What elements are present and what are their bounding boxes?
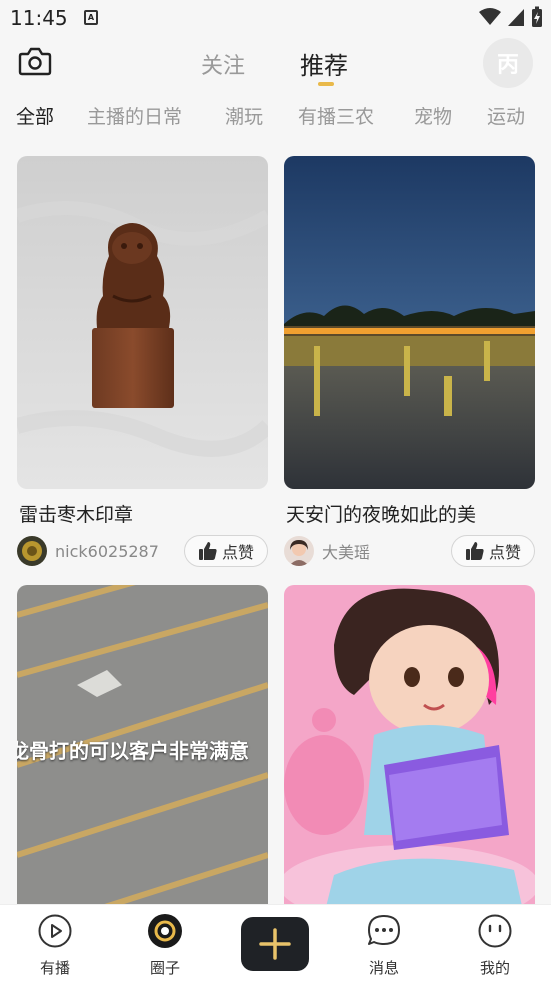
thumbs-up-icon <box>465 542 484 560</box>
nav-messages[interactable]: 消息 <box>349 913 419 978</box>
nav-label: 圈子 <box>149 959 180 977</box>
like-button[interactable]: 点赞 <box>451 535 535 567</box>
card-cover-image[interactable]: 龙骨打的可以客户非常满意 <box>17 585 268 904</box>
plus-icon <box>259 928 291 960</box>
like-button[interactable]: 点赞 <box>184 535 268 567</box>
status-bar: 11:45 A <box>0 0 551 36</box>
card-cover-image[interactable] <box>284 156 535 489</box>
video-overlay-caption: 龙骨打的可以客户非常满意 <box>17 739 249 763</box>
nav-label: 我的 <box>479 959 510 977</box>
nav-label: 消息 <box>368 959 399 977</box>
system-icons <box>479 6 543 28</box>
circle-ring-icon <box>148 914 182 948</box>
notification-icon: A <box>84 10 98 25</box>
profile-avatar-button[interactable]: 丙 <box>483 38 533 88</box>
author-avatar[interactable] <box>17 536 47 566</box>
wifi-icon <box>479 8 501 25</box>
nav-circle[interactable]: 圈子 <box>130 913 200 978</box>
card-title[interactable]: 雷击枣木印章 <box>19 500 133 527</box>
chat-bubble-icon <box>368 915 400 945</box>
active-tab-indicator <box>318 82 334 86</box>
category-all[interactable]: 全部 <box>16 102 54 129</box>
card-title[interactable]: 天安门的夜晚如此的美 <box>286 500 476 527</box>
like-label: 点赞 <box>221 543 254 562</box>
category-anchor-daily[interactable]: 主播的日常 <box>87 102 182 129</box>
battery-icon <box>532 6 542 27</box>
tab-follow[interactable]: 关注 <box>201 48 245 80</box>
status-time: 11:45 <box>10 6 68 30</box>
author-name[interactable]: nick6025287 <box>55 542 159 561</box>
author-avatar[interactable] <box>284 536 314 566</box>
content-feed: 雷击枣木印章 nick6025287 点赞 天安门的夜晚如此的美 大美瑶 点赞 … <box>0 140 551 904</box>
card-cover-image[interactable] <box>284 585 535 904</box>
card-author[interactable]: 大美瑶 <box>284 535 370 567</box>
category-tabs: 全部 主播的日常 潮玩 有播三农 宠物 运动 <box>0 96 551 136</box>
feed-card[interactable]: 龙骨打的可以客户非常满意 <box>17 585 268 904</box>
card-author[interactable]: nick6025287 <box>17 535 159 567</box>
thumbs-up-icon <box>198 542 217 560</box>
avatar-glyph: 丙 <box>496 52 519 78</box>
category-agriculture[interactable]: 有播三农 <box>298 102 374 129</box>
nav-mine[interactable]: 我的 <box>460 913 530 978</box>
nav-youbo[interactable]: 有播 <box>20 913 90 978</box>
feed-card[interactable] <box>284 585 535 904</box>
signal-icon <box>508 9 524 26</box>
play-circle-icon <box>38 914 72 948</box>
camera-icon <box>18 47 52 76</box>
publish-button[interactable] <box>241 917 309 971</box>
category-trendy-toys[interactable]: 潮玩 <box>225 102 263 129</box>
bottom-navigation: 有播 圈子 消息 我的 <box>0 904 551 981</box>
like-label: 点赞 <box>488 543 521 562</box>
tab-recommend[interactable]: 推荐 <box>300 46 348 81</box>
feed-card[interactable]: 天安门的夜晚如此的美 大美瑶 点赞 <box>284 156 535 576</box>
card-cover-image[interactable] <box>17 156 268 489</box>
nav-label: 有播 <box>39 959 70 977</box>
author-name[interactable]: 大美瑶 <box>322 539 370 563</box>
category-pets[interactable]: 宠物 <box>414 102 452 129</box>
category-sports[interactable]: 运动 <box>487 102 525 129</box>
top-header: 关注 推荐 丙 <box>0 36 551 92</box>
camera-button[interactable] <box>18 46 52 76</box>
face-icon <box>478 914 512 948</box>
feed-card[interactable]: 雷击枣木印章 nick6025287 点赞 <box>17 156 268 576</box>
